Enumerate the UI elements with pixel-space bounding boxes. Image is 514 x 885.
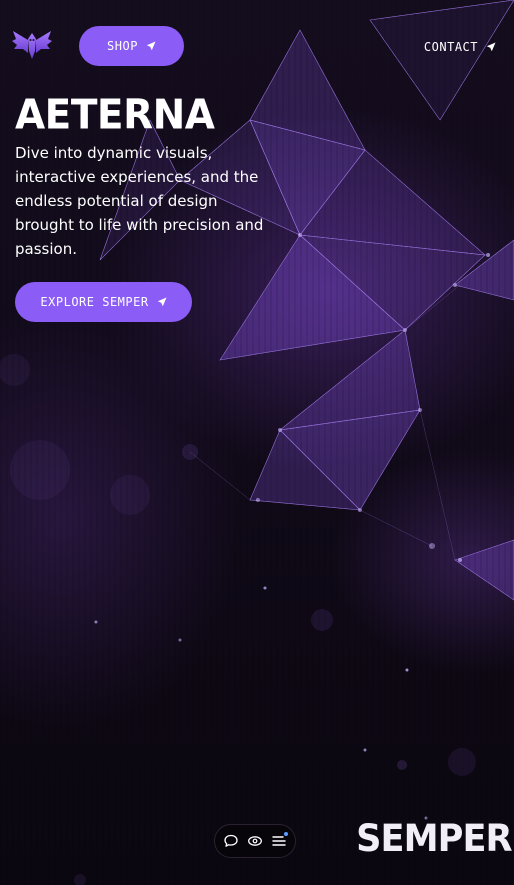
send-arrow-icon [157,297,167,307]
contact-link[interactable]: CONTACT [424,39,496,55]
shop-button[interactable]: SHOP [79,26,184,66]
send-arrow-icon [486,42,496,52]
explore-label: EXPLORE SEMPER [40,295,149,309]
menu-icon[interactable] [271,832,288,849]
explore-semper-button[interactable]: EXPLORE SEMPER [15,282,192,322]
contact-label: CONTACT [423,40,478,54]
floating-toolbar [214,824,296,858]
eye-icon[interactable] [247,833,263,849]
shop-label: SHOP [107,39,138,53]
winged-emblem-icon[interactable] [11,29,53,63]
notification-dot [284,832,288,836]
footer-wordmark: SEMPER [356,817,513,860]
chat-bubble-icon[interactable] [223,833,239,849]
hero-tagline: Dive into dynamic visuals, interactive e… [15,144,264,258]
send-arrow-icon [146,41,156,51]
brand-title: AETERNA [15,92,215,139]
